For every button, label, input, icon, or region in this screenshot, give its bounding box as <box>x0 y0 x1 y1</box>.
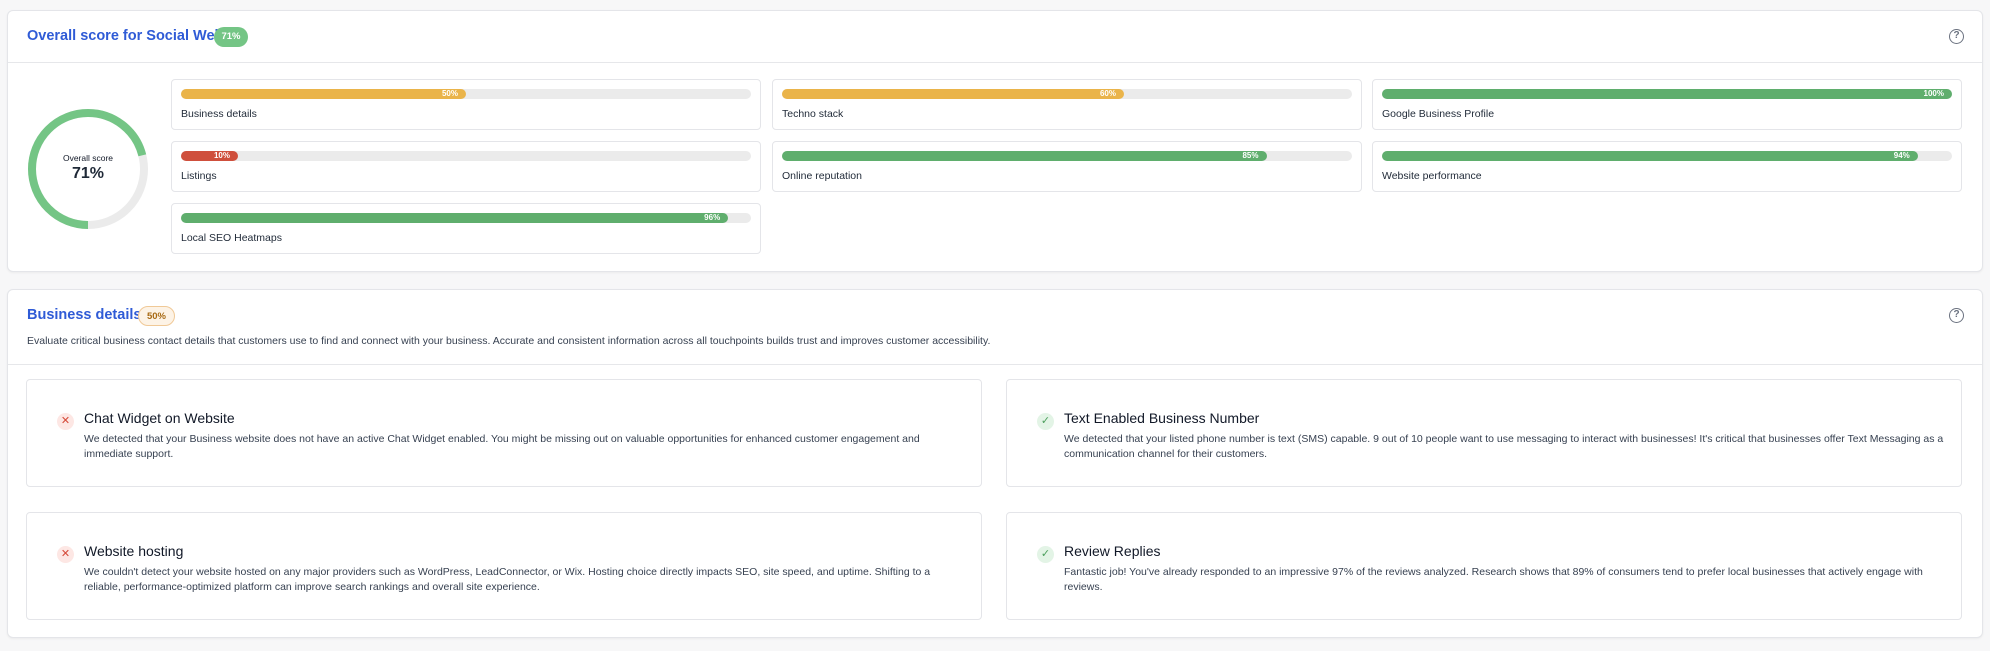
overall-score-card: Overall score for Social Web 71% ? Overa… <box>7 10 1983 272</box>
metric-tile-techno-stack[interactable]: 60% Techno stack <box>772 79 1362 130</box>
progress-fill: 96% <box>181 213 729 223</box>
metric-label: Local SEO Heatmaps <box>181 232 282 244</box>
check-item-text-enabled-number: ✓ Text Enabled Business Number We detect… <box>1006 379 1962 487</box>
progress-track: 94% <box>1382 151 1952 161</box>
check-icon: ✓ <box>1037 546 1054 563</box>
progress-track: 85% <box>782 151 1352 161</box>
check-item-body: Fantastic job! You've already responded … <box>1064 566 1923 593</box>
metric-label: Techno stack <box>782 108 844 120</box>
progress-fill: 60% <box>782 89 1124 99</box>
metric-tile-google-business-profile[interactable]: 100% Google Business Profile <box>1372 79 1962 130</box>
metric-label: Google Business Profile <box>1382 108 1495 120</box>
progress-fill: 50% <box>181 89 466 99</box>
progress-track: 96% <box>181 213 751 223</box>
overall-score-header: Overall score for Social Web 71% ? <box>8 11 1982 63</box>
x-icon: ✕ <box>57 546 74 563</box>
metric-tile-listings[interactable]: 10% Listings <box>171 141 761 192</box>
metric-tile-website-performance[interactable]: 94% Website performance <box>1372 141 1962 192</box>
progress-fill: 100% <box>1382 89 1952 99</box>
metric-tile-local-seo-heatmaps[interactable]: 96% Local SEO Heatmaps <box>171 203 761 254</box>
metric-label: Online reputation <box>782 170 862 182</box>
progress-track: 100% <box>1382 89 1952 99</box>
check-item-chat-widget: ✕ Chat Widget on Website We detected tha… <box>26 379 982 487</box>
metric-tile-online-reputation[interactable]: 85% Online reputation <box>772 141 1362 192</box>
question-circle-icon[interactable]: ? <box>1949 29 1964 44</box>
business-details-header: Business details 50% ? Evaluate critical… <box>8 290 1982 365</box>
overall-score-title: Overall score for Social Web <box>27 28 224 44</box>
business-details-description: Evaluate critical business contact detai… <box>27 335 991 347</box>
overall-score-donut: Overall score 71% <box>26 107 150 231</box>
metric-tile-business-details[interactable]: 50% Business details <box>171 79 761 130</box>
question-circle-icon[interactable]: ? <box>1949 308 1964 323</box>
overall-score-badge: 71% <box>214 27 248 47</box>
check-item-review-replies: ✓ Review Replies Fantastic job! You've a… <box>1006 512 1962 620</box>
check-item-title: Website hosting <box>84 543 184 559</box>
check-item-body: We detected that your listed phone numbe… <box>1064 433 1944 460</box>
check-item-title: Chat Widget on Website <box>84 410 235 426</box>
check-item-title: Review Replies <box>1064 543 1161 559</box>
check-item-body: We detected that your Business website d… <box>84 433 920 460</box>
metric-label: Listings <box>181 170 217 182</box>
progress-track: 10% <box>181 151 751 161</box>
progress-track: 60% <box>782 89 1352 99</box>
donut-value: 71% <box>71 165 105 182</box>
check-item-website-hosting: ✕ Website hosting We couldn't detect you… <box>26 512 982 620</box>
check-icon: ✓ <box>1037 413 1054 430</box>
check-item-title: Text Enabled Business Number <box>1064 410 1260 426</box>
progress-fill: 85% <box>782 151 1267 161</box>
business-details-card: Business details 50% ? Evaluate critical… <box>7 289 1983 638</box>
donut-label: Overall score <box>62 153 114 163</box>
metric-label: Business details <box>181 108 257 120</box>
check-item-body: We couldn't detect your website hosted o… <box>84 566 931 593</box>
business-details-badge: 50% <box>138 306 175 326</box>
progress-fill: 10% <box>181 151 238 161</box>
business-details-title: Business details <box>27 307 142 323</box>
progress-fill: 94% <box>1382 151 1918 161</box>
x-icon: ✕ <box>57 413 74 430</box>
progress-track: 50% <box>181 89 751 99</box>
metric-label: Website performance <box>1382 170 1482 182</box>
